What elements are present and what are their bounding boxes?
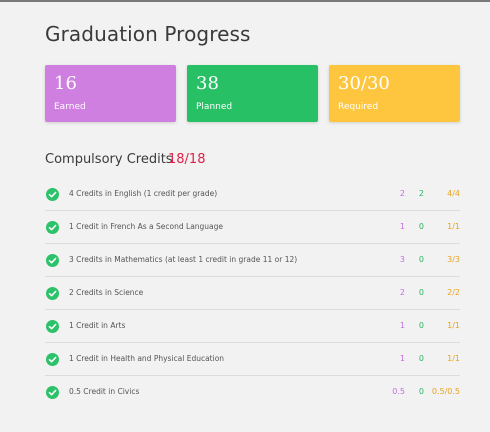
- planned-credits: 0: [418, 387, 424, 396]
- earned-credits: 0.5: [392, 387, 405, 396]
- required-card: 30/30 Required: [329, 65, 460, 122]
- check-circle-icon: [46, 188, 59, 201]
- requirement-name: 1 Credit in Arts: [69, 321, 126, 330]
- planned-credits: 0: [418, 222, 424, 231]
- requirement-row[interactable]: 1 Credit in French As a Second Language …: [45, 211, 460, 244]
- check-circle-icon: [46, 254, 59, 267]
- requirements-list: 4 Credits in English (1 credit per grade…: [45, 178, 460, 409]
- requirement-row[interactable]: 4 Credits in English (1 credit per grade…: [45, 178, 460, 211]
- required-credits: 4/4: [447, 189, 460, 198]
- earned-label: Earned: [54, 102, 86, 112]
- requirement-row[interactable]: 0.5 Credit in Civics 0.5 0 0.5/0.5: [45, 376, 460, 409]
- check-circle-icon: [46, 353, 59, 366]
- check-circle-icon: [46, 221, 59, 234]
- planned-credits: 0: [418, 354, 424, 363]
- required-credits: 1/1: [447, 222, 460, 231]
- requirement-row[interactable]: 1 Credit in Arts 1 0 1/1: [45, 310, 460, 343]
- required-label: Required: [338, 102, 379, 112]
- planned-label: Planned: [196, 102, 233, 112]
- planned-value: 38: [196, 73, 219, 94]
- earned-value: 16: [54, 73, 77, 94]
- earned-credits: 1: [399, 222, 405, 231]
- required-credits: 1/1: [447, 354, 460, 363]
- top-divider: [0, 0, 490, 2]
- earned-credits: 2: [399, 189, 405, 198]
- requirement-name: 3 Credits in Mathematics (at least 1 cre…: [69, 255, 298, 264]
- planned-credits: 0: [418, 255, 424, 264]
- required-value: 30/30: [338, 73, 390, 94]
- earned-credits: 3: [399, 255, 405, 264]
- requirement-name: 2 Credits in Science: [69, 288, 144, 297]
- earned-card: 16 Earned: [45, 65, 176, 122]
- section-title: Compulsory Credits: [45, 152, 173, 167]
- planned-credits: 2: [418, 189, 424, 198]
- earned-credits: 1: [399, 354, 405, 363]
- required-credits: 0.5/0.5: [431, 387, 460, 396]
- summary-cards: 16 Earned 38 Planned 30/30 Required: [45, 65, 460, 122]
- requirement-row[interactable]: 3 Credits in Mathematics (at least 1 cre…: [45, 244, 460, 277]
- section-count: 18/18: [168, 152, 206, 167]
- requirement-row[interactable]: 1 Credit in Health and Physical Educatio…: [45, 343, 460, 376]
- check-circle-icon: [46, 287, 59, 300]
- requirement-name: 4 Credits in English (1 credit per grade…: [69, 189, 218, 198]
- required-credits: 1/1: [447, 321, 460, 330]
- check-circle-icon: [46, 320, 59, 333]
- required-credits: 2/2: [447, 288, 460, 297]
- planned-credits: 0: [418, 321, 424, 330]
- required-credits: 3/3: [447, 255, 460, 264]
- check-circle-icon: [46, 386, 59, 399]
- page-title: Graduation Progress: [45, 22, 251, 46]
- planned-credits: 0: [418, 288, 424, 297]
- requirement-name: 1 Credit in Health and Physical Educatio…: [69, 354, 225, 363]
- requirement-name: 0.5 Credit in Civics: [69, 387, 140, 396]
- requirement-row[interactable]: 2 Credits in Science 2 0 2/2: [45, 277, 460, 310]
- requirement-name: 1 Credit in French As a Second Language: [69, 222, 224, 231]
- earned-credits: 1: [399, 321, 405, 330]
- planned-card: 38 Planned: [187, 65, 318, 122]
- earned-credits: 2: [399, 288, 405, 297]
